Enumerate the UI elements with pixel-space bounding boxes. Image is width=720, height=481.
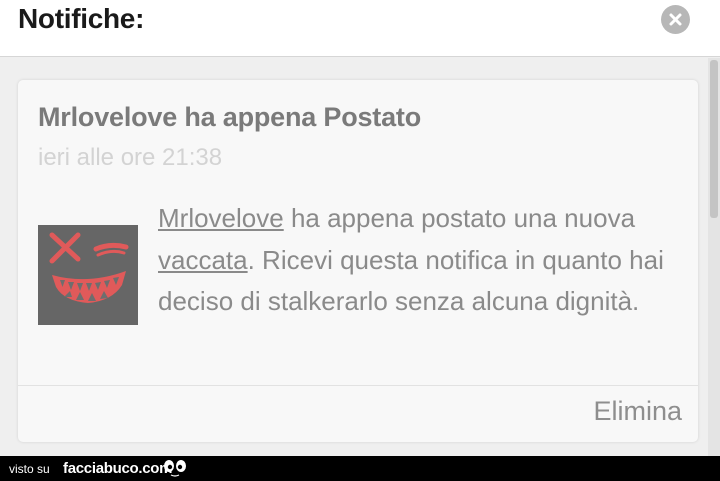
scrollbar-thumb[interactable] <box>710 60 718 218</box>
delete-button[interactable]: Elimina <box>593 396 682 427</box>
grinning-face-icon <box>38 225 138 325</box>
watermark-bar: visto su facciabuco.com <box>0 456 720 481</box>
user-link[interactable]: Mrlovelove <box>158 203 284 233</box>
watermark-prefix: visto su <box>9 462 50 476</box>
avatar[interactable] <box>38 225 138 325</box>
message-text: ha appena postato una nuova <box>283 203 636 233</box>
close-button[interactable] <box>661 5 690 34</box>
notification-message: Mrlovelove ha appena postato una nuova v… <box>158 198 668 323</box>
watermark-site: facciabuco.com <box>63 460 173 477</box>
close-icon <box>669 13 682 26</box>
notifications-header: Notifiche: <box>0 0 720 57</box>
post-link[interactable]: vaccata <box>158 245 248 275</box>
page-title: Notifiche: <box>18 3 145 34</box>
notification-title: Mrlovelove ha appena Postato <box>38 102 421 132</box>
eyes-icon <box>164 460 186 477</box>
notification-card: Mrlovelove ha appena Postato ieri alle o… <box>18 80 698 442</box>
divider <box>18 385 698 386</box>
notification-timestamp: ieri alle ore 21:38 <box>38 144 223 171</box>
